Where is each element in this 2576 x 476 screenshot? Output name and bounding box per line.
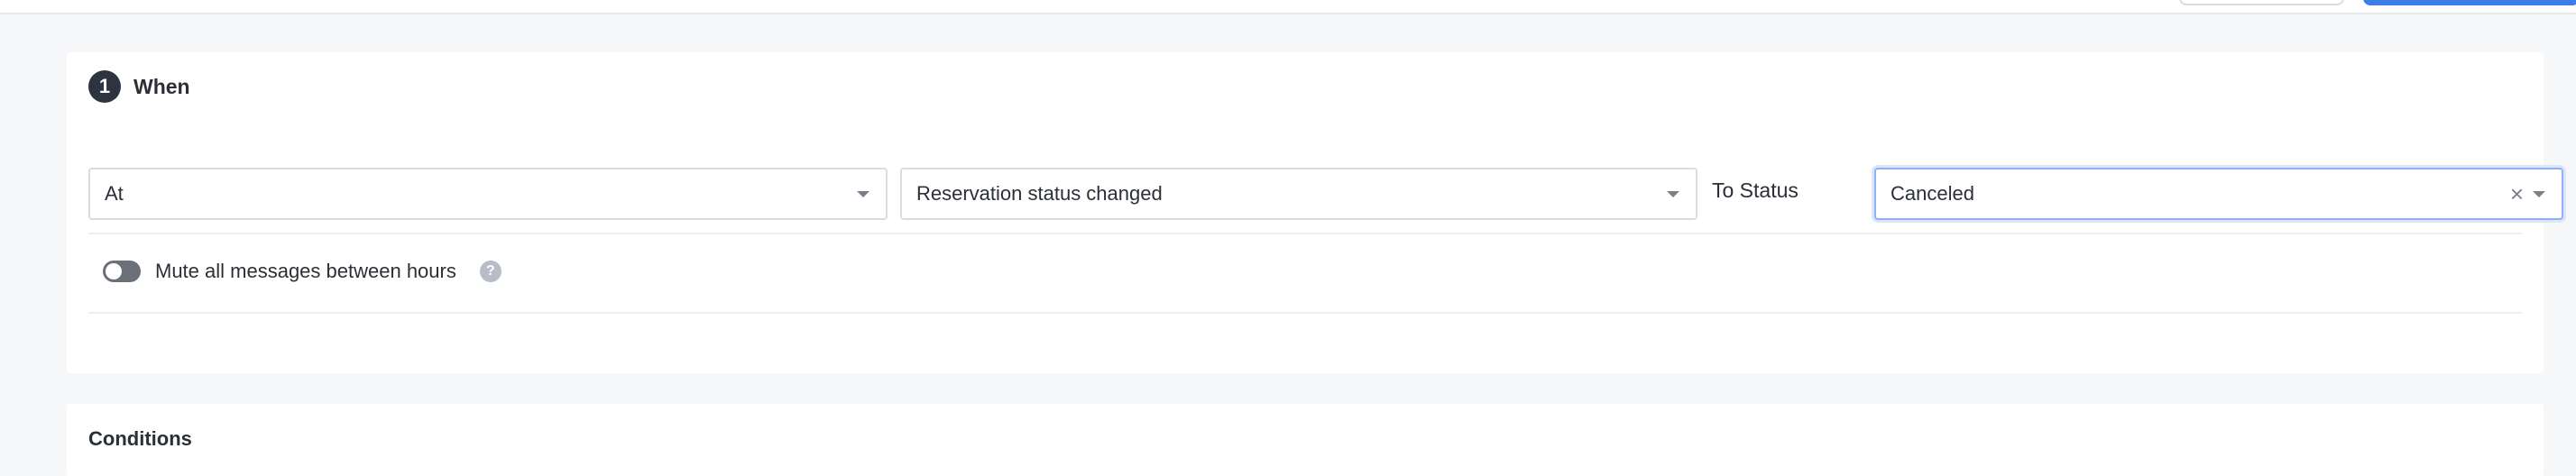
step-number-badge: 1 <box>88 70 121 103</box>
conditions-section-card: Conditions <box>67 404 2544 476</box>
when-section-card: 1 When At Reservation status changed To … <box>67 52 2563 373</box>
section-title: When <box>133 74 190 98</box>
primary-action-button[interactable] <box>2363 0 2576 5</box>
trigger-timing-select[interactable]: At <box>88 168 888 220</box>
chevron-down-icon[interactable] <box>2533 191 2545 197</box>
trigger-event-value: Reservation status changed <box>916 182 1163 205</box>
top-toolbar <box>0 0 2576 14</box>
trigger-timing-value: At <box>105 182 124 205</box>
mute-toggle[interactable] <box>103 261 141 282</box>
chevron-down-icon[interactable] <box>1667 191 1679 197</box>
clear-icon[interactable]: × <box>2510 180 2524 207</box>
to-status-label: To Status <box>1712 178 1799 202</box>
toggle-knob <box>106 263 122 279</box>
status-value: Canceled <box>1891 182 1974 205</box>
mute-messages-row: Mute all messages between hours ? <box>103 258 501 285</box>
mute-label: Mute all messages between hours <box>155 260 456 282</box>
secondary-action-button[interactable] <box>2179 0 2344 5</box>
divider <box>88 312 2522 314</box>
divider <box>88 233 2522 234</box>
chevron-down-icon[interactable] <box>857 191 869 197</box>
when-section-header: 1 When <box>88 70 190 103</box>
conditions-title: Conditions <box>88 427 192 450</box>
help-icon[interactable]: ? <box>479 261 501 282</box>
trigger-event-select[interactable]: Reservation status changed <box>900 168 1697 220</box>
status-select[interactable]: Canceled × <box>1874 168 2563 220</box>
